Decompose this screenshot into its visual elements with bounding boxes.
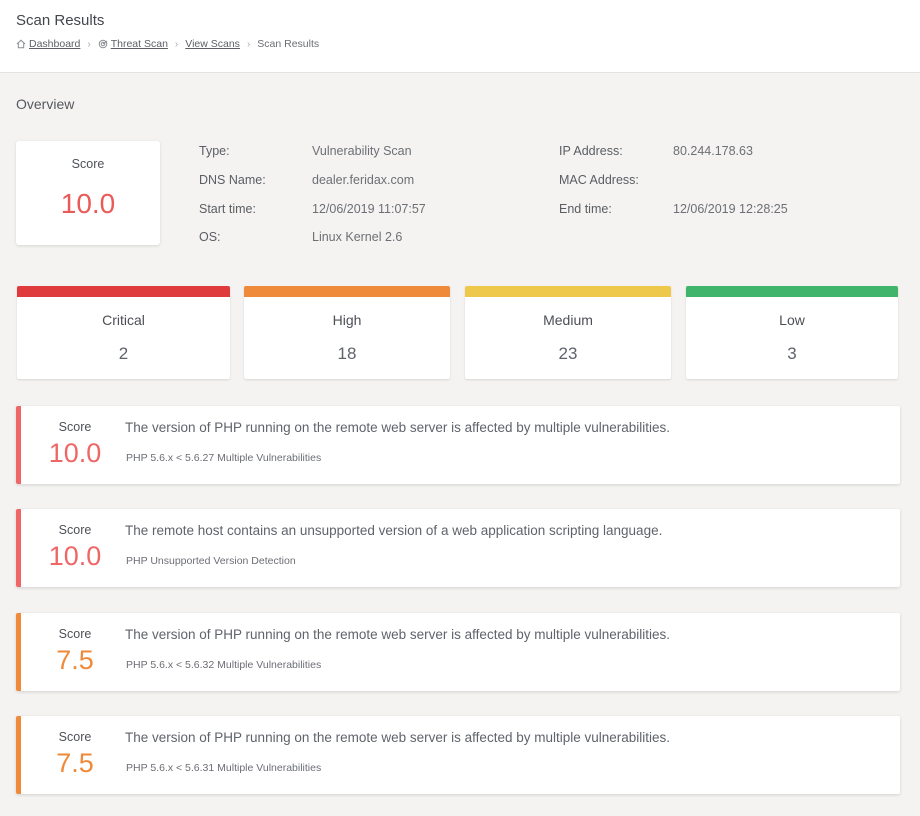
- breadcrumb-link-threat-scan[interactable]: Threat Scan: [111, 38, 168, 50]
- scan-icon: [98, 39, 108, 49]
- finding-score: 7.5: [56, 748, 94, 778]
- page-title: Scan Results: [16, 12, 105, 29]
- start-time-label: Start time:: [199, 202, 256, 216]
- type-value: Vulnerability Scan: [312, 144, 412, 158]
- severity-card-low[interactable]: Low 3: [686, 286, 898, 379]
- finding-plugin-name: PHP Unsupported Version Detection: [126, 555, 296, 567]
- finding-score: 10.0: [48, 541, 102, 571]
- score-value: 10.0: [60, 188, 116, 219]
- finding-description: The version of PHP running on the remote…: [125, 420, 671, 435]
- severity-name: Low: [779, 312, 805, 328]
- finding-score: 7.5: [56, 645, 94, 675]
- mac-address-label: MAC Address:: [559, 173, 639, 187]
- dns-name-label: DNS Name:: [199, 173, 266, 187]
- scan-info-right: IP Address: 80.244.178.63 MAC Address: E…: [559, 144, 899, 234]
- finding-score-label: Score: [58, 523, 92, 537]
- severity-card-high[interactable]: High 18: [244, 286, 450, 379]
- breadcrumb-threat-scan: Threat Scan ›: [98, 38, 186, 50]
- severity-color-bar: [17, 286, 230, 297]
- severity-count: 3: [787, 344, 797, 363]
- severity-color-bar: [244, 286, 450, 297]
- severity-name: Critical: [102, 312, 145, 328]
- finding-card[interactable]: Score 10.0 The remote host contains an u…: [16, 509, 900, 587]
- breadcrumb-link-dashboard[interactable]: Dashboard: [29, 38, 80, 50]
- severity-count: 18: [337, 344, 357, 363]
- breadcrumb: Dashboard › Threat Scan › View Scans › S…: [16, 38, 319, 50]
- severity-color-bar: [686, 286, 898, 297]
- type-label: Type:: [199, 144, 230, 158]
- breadcrumb-view-scans: View Scans ›: [185, 38, 257, 50]
- finding-score-label: Score: [58, 420, 92, 434]
- severity-card-critical[interactable]: Critical 2: [17, 286, 230, 379]
- finding-score-label: Score: [58, 730, 92, 744]
- finding-plugin-name: PHP 5.6.x < 5.6.31 Multiple Vulnerabilit…: [126, 762, 322, 774]
- overall-score-card: Score 10.0: [16, 141, 160, 245]
- breadcrumb-link-view-scans[interactable]: View Scans: [185, 38, 240, 50]
- finding-score: 10.0: [48, 438, 102, 468]
- chevron-right-icon: ›: [246, 38, 251, 50]
- overview-title: Overview: [16, 96, 75, 112]
- finding-plugin-name: PHP 5.6.x < 5.6.27 Multiple Vulnerabilit…: [126, 452, 322, 464]
- ip-address-label: IP Address:: [559, 144, 623, 158]
- scan-info-left: Type: Vulnerability Scan DNS Name: deale…: [199, 144, 529, 254]
- chevron-right-icon: ›: [87, 38, 91, 50]
- home-icon: [16, 39, 26, 49]
- ip-address-value: 80.244.178.63: [673, 144, 753, 158]
- finding-description: The remote host contains an unsupported …: [125, 523, 663, 538]
- finding-card[interactable]: Score 7.5 The version of PHP running on …: [16, 613, 900, 691]
- finding-plugin-name: PHP 5.6.x < 5.6.32 Multiple Vulnerabilit…: [126, 659, 322, 671]
- chevron-right-icon: ›: [174, 38, 179, 50]
- dns-name-value: dealer.feridax.com: [312, 173, 415, 187]
- os-value: Linux Kernel 2.6: [312, 230, 403, 244]
- page-header: Scan Results Dashboard › Threat Scan › V…: [0, 0, 920, 73]
- severity-count: 2: [118, 344, 129, 363]
- breadcrumb-scan-results: Scan Results: [257, 38, 319, 50]
- start-time-value: 12/06/2019 11:07:57: [312, 202, 426, 216]
- severity-card-medium[interactable]: Medium 23: [465, 286, 671, 379]
- finding-description: The version of PHP running on the remote…: [125, 730, 671, 745]
- severity-name: Medium: [543, 312, 593, 328]
- breadcrumb-dashboard: Dashboard ›: [16, 38, 98, 50]
- severity-color-bar: [465, 286, 671, 297]
- end-time-label: End time:: [559, 202, 612, 216]
- end-time-value: 12/06/2019 12:28:25: [673, 202, 788, 216]
- finding-description: The version of PHP running on the remote…: [125, 627, 671, 642]
- breadcrumb-current: Scan Results: [257, 38, 320, 50]
- finding-score-label: Score: [58, 627, 92, 641]
- finding-card[interactable]: Score 7.5 The version of PHP running on …: [16, 716, 900, 794]
- os-label: OS:: [199, 230, 221, 244]
- score-label: Score: [71, 157, 105, 171]
- severity-name: High: [332, 312, 362, 328]
- severity-count: 23: [558, 344, 578, 363]
- finding-card[interactable]: Score 10.0 The version of PHP running on…: [16, 406, 900, 484]
